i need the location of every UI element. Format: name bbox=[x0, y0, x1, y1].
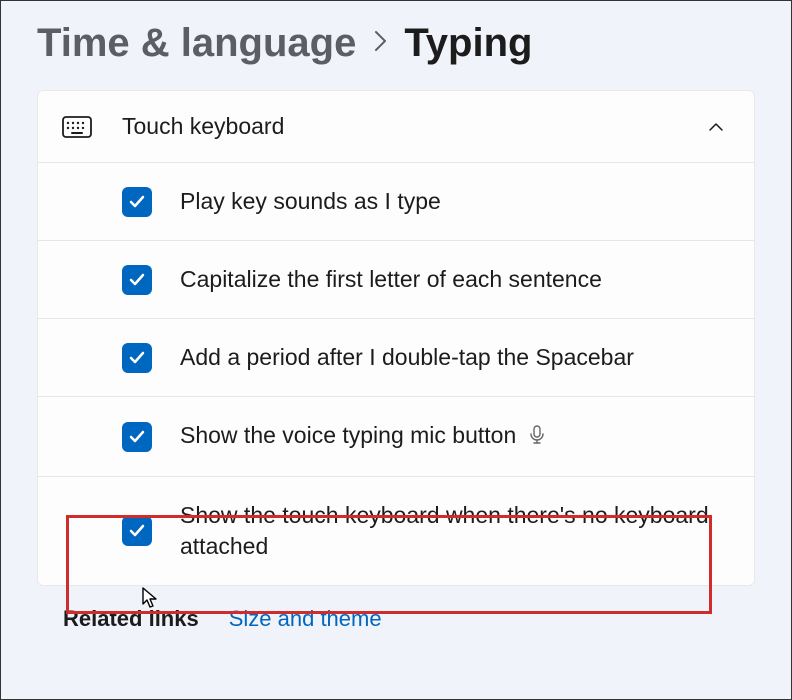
page-title: Typing bbox=[404, 21, 532, 66]
size-and-theme-link[interactable]: Size and theme bbox=[229, 606, 382, 632]
option-label: Add a period after I double-tap the Spac… bbox=[180, 342, 634, 373]
option-label: Show the voice typing mic button bbox=[180, 420, 545, 453]
checkbox-capitalize-first-letter[interactable] bbox=[122, 265, 152, 295]
option-add-period: Add a period after I double-tap the Spac… bbox=[38, 319, 754, 397]
breadcrumb: Time & language Typing bbox=[1, 1, 791, 90]
chevron-right-icon bbox=[372, 28, 388, 60]
related-heading: Related links bbox=[63, 606, 199, 632]
breadcrumb-parent[interactable]: Time & language bbox=[37, 21, 356, 66]
checkbox-voice-typing-mic[interactable] bbox=[122, 422, 152, 452]
keyboard-icon bbox=[62, 116, 92, 138]
touch-keyboard-panel: Touch keyboard Play key sounds as I type… bbox=[37, 90, 755, 586]
checkbox-add-period[interactable] bbox=[122, 343, 152, 373]
option-show-touch-keyboard: Show the touch keyboard when there's no … bbox=[38, 477, 754, 585]
option-label: Capitalize the first letter of each sent… bbox=[180, 264, 602, 295]
mic-icon bbox=[529, 422, 545, 453]
option-capitalize-first-letter: Capitalize the first letter of each sent… bbox=[38, 241, 754, 319]
checkbox-play-key-sounds[interactable] bbox=[122, 187, 152, 217]
related-links: Related links Size and theme bbox=[63, 606, 755, 632]
option-play-key-sounds: Play key sounds as I type bbox=[38, 163, 754, 241]
panel-title: Touch keyboard bbox=[122, 113, 708, 140]
option-label: Play key sounds as I type bbox=[180, 186, 441, 217]
touch-keyboard-header[interactable]: Touch keyboard bbox=[38, 91, 754, 163]
checkbox-show-touch-keyboard[interactable] bbox=[122, 516, 152, 546]
chevron-up-icon bbox=[708, 119, 724, 135]
option-voice-typing-mic: Show the voice typing mic button bbox=[38, 397, 754, 477]
option-label: Show the touch keyboard when there's no … bbox=[180, 500, 724, 562]
